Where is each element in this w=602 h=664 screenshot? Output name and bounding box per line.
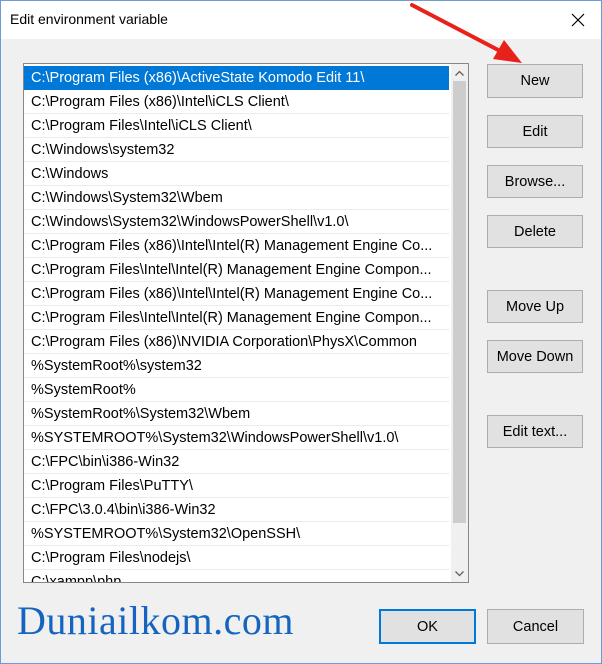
- path-list-item[interactable]: C:\Program Files\nodejs\: [24, 546, 449, 570]
- edit-text-button[interactable]: Edit text...: [487, 415, 583, 448]
- delete-button[interactable]: Delete: [487, 215, 583, 248]
- move-up-button[interactable]: Move Up: [487, 290, 583, 323]
- path-list-item[interactable]: C:\Program Files\PuTTY\: [24, 474, 449, 498]
- path-list-item[interactable]: C:\FPC\bin\i386-Win32: [24, 450, 449, 474]
- path-list-item[interactable]: C:\FPC\3.0.4\bin\i386-Win32: [24, 498, 449, 522]
- chevron-down-icon: [455, 570, 464, 576]
- path-list-item[interactable]: %SYSTEMROOT%\System32\WindowsPowerShell\…: [24, 426, 449, 450]
- path-list-item[interactable]: %SystemRoot%: [24, 378, 449, 402]
- window-title: Edit environment variable: [10, 11, 168, 27]
- close-icon: [571, 13, 585, 27]
- edit-button[interactable]: Edit: [487, 115, 583, 148]
- path-list-item[interactable]: C:\Windows\System32\WindowsPowerShell\v1…: [24, 210, 449, 234]
- path-list-item[interactable]: C:\Windows\System32\Wbem: [24, 186, 449, 210]
- move-down-button[interactable]: Move Down: [487, 340, 583, 373]
- title-bar: Edit environment variable: [1, 1, 601, 39]
- browse-button[interactable]: Browse...: [487, 165, 583, 198]
- path-list-item[interactable]: %SystemRoot%\System32\Wbem: [24, 402, 449, 426]
- path-list-item[interactable]: C:\Windows: [24, 162, 449, 186]
- path-list-item[interactable]: C:\Program Files (x86)\ActiveState Komod…: [24, 66, 449, 90]
- path-list-item[interactable]: C:\xampp\php: [24, 570, 449, 582]
- path-list-rows: C:\Program Files (x86)\ActiveState Komod…: [24, 66, 449, 582]
- path-list-item[interactable]: %SYSTEMROOT%\System32\OpenSSH\: [24, 522, 449, 546]
- path-list-item[interactable]: C:\Program Files\Intel\Intel(R) Manageme…: [24, 258, 449, 282]
- new-button[interactable]: New: [487, 64, 583, 98]
- cancel-button[interactable]: Cancel: [487, 609, 584, 644]
- vertical-scrollbar[interactable]: [451, 64, 468, 582]
- ok-button[interactable]: OK: [379, 609, 476, 644]
- path-list-item[interactable]: C:\Program Files\Intel\iCLS Client\: [24, 114, 449, 138]
- path-list-item[interactable]: C:\Program Files (x86)\Intel\Intel(R) Ma…: [24, 282, 449, 306]
- scroll-up-button[interactable]: [451, 64, 468, 81]
- path-list-item[interactable]: C:\Program Files (x86)\Intel\Intel(R) Ma…: [24, 234, 449, 258]
- edit-environment-variable-dialog: Edit environment variable C:\Program Fil…: [0, 0, 602, 664]
- path-list[interactable]: C:\Program Files (x86)\ActiveState Komod…: [23, 63, 469, 583]
- close-button[interactable]: [555, 1, 601, 39]
- chevron-up-icon: [455, 70, 464, 76]
- path-list-item[interactable]: C:\Windows\system32: [24, 138, 449, 162]
- scroll-down-button[interactable]: [451, 565, 468, 582]
- watermark-logo: Duniailkom.com: [17, 598, 294, 643]
- path-list-item[interactable]: C:\Program Files\Intel\Intel(R) Manageme…: [24, 306, 449, 330]
- path-list-item[interactable]: C:\Program Files (x86)\NVIDIA Corporatio…: [24, 330, 449, 354]
- scrollbar-thumb[interactable]: [453, 81, 466, 523]
- path-list-item[interactable]: %SystemRoot%\system32: [24, 354, 449, 378]
- path-list-item[interactable]: C:\Program Files (x86)\Intel\iCLS Client…: [24, 90, 449, 114]
